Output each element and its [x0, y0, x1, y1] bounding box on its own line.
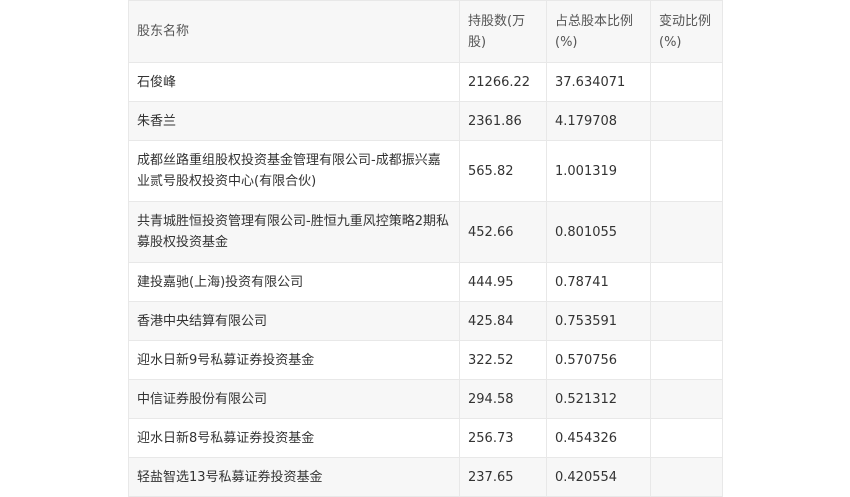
cell-share-ratio: 1.001319 [546, 140, 651, 202]
table-row: 建投嘉驰(上海)投资有限公司 444.95 0.78741 [128, 262, 723, 302]
cell-shareholder-name: 中信证券股份有限公司 [128, 379, 460, 419]
cell-change-ratio [650, 457, 723, 497]
table-row: 朱香兰 2361.86 4.179708 [128, 101, 723, 141]
cell-shares: 21266.22 [459, 62, 547, 102]
cell-change-ratio [650, 201, 723, 263]
header-shares: 持股数(万股) [459, 0, 547, 63]
cell-change-ratio [650, 340, 723, 380]
cell-shares: 444.95 [459, 262, 547, 302]
cell-shareholder-name: 轻盐智选13号私募证券投资基金 [128, 457, 460, 497]
cell-share-ratio: 0.420554 [546, 457, 651, 497]
table-row: 石俊峰 21266.22 37.634071 [128, 62, 723, 102]
cell-shares: 237.65 [459, 457, 547, 497]
cell-change-ratio [650, 301, 723, 341]
table-header-row: 股东名称 持股数(万股) 占总股本比例(%) 变动比例(%) [128, 0, 723, 63]
cell-shareholder-name: 朱香兰 [128, 101, 460, 141]
cell-change-ratio [650, 101, 723, 141]
cell-change-ratio [650, 140, 723, 202]
cell-change-ratio [650, 379, 723, 419]
cell-shareholder-name: 建投嘉驰(上海)投资有限公司 [128, 262, 460, 302]
cell-share-ratio: 37.634071 [546, 62, 651, 102]
cell-shareholder-name: 共青城胜恒投资管理有限公司-胜恒九重风控策略2期私募股权投资基金 [128, 201, 460, 263]
cell-shares: 2361.86 [459, 101, 547, 141]
cell-change-ratio [650, 262, 723, 302]
cell-share-ratio: 0.521312 [546, 379, 651, 419]
table-row: 香港中央结算有限公司 425.84 0.753591 [128, 301, 723, 341]
cell-shares: 256.73 [459, 418, 547, 458]
cell-share-ratio: 0.801055 [546, 201, 651, 263]
cell-change-ratio [650, 418, 723, 458]
cell-shareholder-name: 迎水日新9号私募证券投资基金 [128, 340, 460, 380]
cell-share-ratio: 0.454326 [546, 418, 651, 458]
cell-share-ratio: 0.78741 [546, 262, 651, 302]
cell-shares: 452.66 [459, 201, 547, 263]
shareholder-table-container: 股东名称 持股数(万股) 占总股本比例(%) 变动比例(%) 石俊峰 21266… [128, 0, 723, 497]
table-row: 共青城胜恒投资管理有限公司-胜恒九重风控策略2期私募股权投资基金 452.66 … [128, 201, 723, 263]
table-row: 轻盐智选13号私募证券投资基金 237.65 0.420554 [128, 457, 723, 497]
cell-shareholder-name: 香港中央结算有限公司 [128, 301, 460, 341]
table-row: 中信证券股份有限公司 294.58 0.521312 [128, 379, 723, 419]
table-row: 迎水日新9号私募证券投资基金 322.52 0.570756 [128, 340, 723, 380]
table-row: 迎水日新8号私募证券投资基金 256.73 0.454326 [128, 418, 723, 458]
header-share-ratio: 占总股本比例(%) [546, 0, 651, 63]
cell-shareholder-name: 迎水日新8号私募证券投资基金 [128, 418, 460, 458]
cell-shares: 294.58 [459, 379, 547, 419]
cell-shares: 565.82 [459, 140, 547, 202]
cell-shares: 425.84 [459, 301, 547, 341]
cell-change-ratio [650, 62, 723, 102]
header-change-ratio: 变动比例(%) [650, 0, 723, 63]
cell-share-ratio: 0.570756 [546, 340, 651, 380]
cell-shares: 322.52 [459, 340, 547, 380]
cell-share-ratio: 0.753591 [546, 301, 651, 341]
table-row: 成都丝路重组股权投资基金管理有限公司-成都振兴嘉业贰号股权投资中心(有限合伙) … [128, 140, 723, 202]
header-shareholder-name: 股东名称 [128, 0, 460, 63]
cell-share-ratio: 4.179708 [546, 101, 651, 141]
shareholder-table: 股东名称 持股数(万股) 占总股本比例(%) 变动比例(%) 石俊峰 21266… [128, 0, 723, 497]
cell-shareholder-name: 石俊峰 [128, 62, 460, 102]
cell-shareholder-name: 成都丝路重组股权投资基金管理有限公司-成都振兴嘉业贰号股权投资中心(有限合伙) [128, 140, 460, 202]
